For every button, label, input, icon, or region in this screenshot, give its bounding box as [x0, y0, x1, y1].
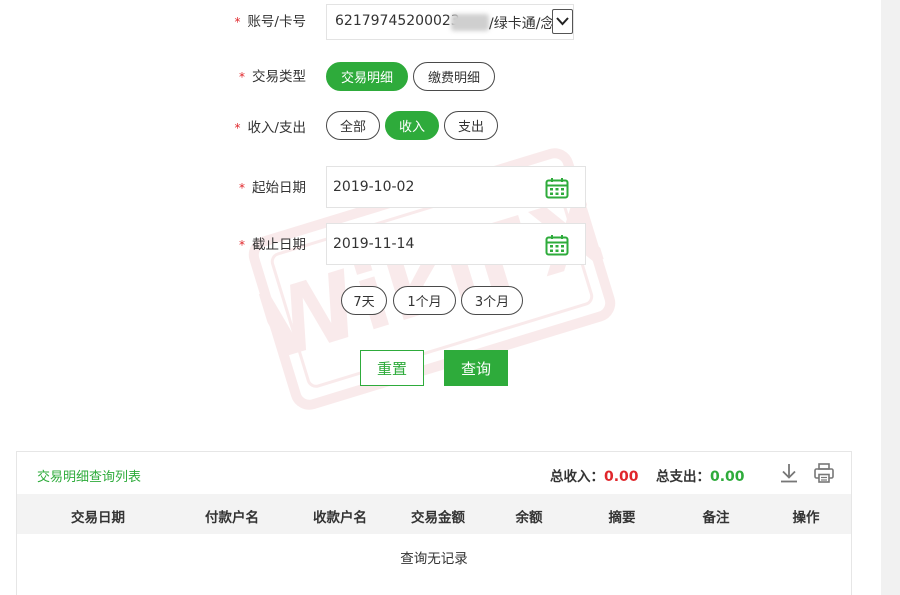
- end-date-value: 2019-11-14: [333, 236, 415, 252]
- trans-type-detail-button[interactable]: 交易明细: [326, 62, 408, 91]
- trans-type-label-row: * 交易类型: [0, 67, 306, 87]
- total-expense-value: 0.00: [710, 469, 745, 485]
- total-income: 总收入：0.00: [550, 465, 639, 485]
- column-header: 交易日期: [71, 510, 125, 526]
- column-header: 交易金额: [411, 510, 465, 526]
- start-date-value: 2019-10-02: [333, 179, 415, 195]
- range-3-months-button[interactable]: 3个月: [461, 286, 523, 315]
- required-mark: *: [239, 181, 245, 195]
- column-header: 操作: [792, 510, 820, 526]
- end-date-input[interactable]: 2019-11-14: [326, 223, 586, 265]
- column-header: 备注: [702, 510, 730, 526]
- calendar-icon[interactable]: [545, 177, 569, 199]
- start-date-label-row: * 起始日期: [0, 178, 306, 198]
- range-7-days-button[interactable]: 7天: [341, 286, 387, 315]
- chevron-down-icon: [556, 17, 569, 26]
- end-date-label-row: * 截止日期: [0, 235, 306, 255]
- total-income-value: 0.00: [604, 469, 639, 485]
- account-label-row: * 账号/卡号: [0, 12, 306, 32]
- result-title: 交易明细查询列表: [37, 470, 142, 485]
- direction-label: 收入/支出: [247, 120, 306, 136]
- total-expense-label: 总支出：: [656, 469, 710, 485]
- scrollbar[interactable]: [881, 0, 900, 595]
- reset-button[interactable]: 重置: [360, 350, 424, 386]
- total-expense: 总支出：0.00: [656, 465, 745, 485]
- direction-all-button[interactable]: 全部: [326, 111, 380, 140]
- column-header: 付款户名: [205, 510, 259, 526]
- required-mark: *: [234, 121, 241, 135]
- account-masked-digits: [451, 14, 489, 31]
- direction-expense-button[interactable]: 支出: [444, 111, 498, 140]
- table-header: 交易日期 付款户名 收款户名 交易金额 余额 摘要 备注 操作: [17, 494, 851, 534]
- column-header: 摘要: [608, 510, 636, 526]
- account-dropdown-button[interactable]: [552, 9, 573, 34]
- start-date-input[interactable]: 2019-10-02: [326, 166, 586, 208]
- account-type: /绿卡通/念: [489, 16, 555, 32]
- required-mark: *: [234, 15, 241, 29]
- required-mark: *: [239, 238, 245, 252]
- empty-state-text: 查询无记录: [400, 551, 468, 567]
- query-button[interactable]: 查询: [444, 350, 508, 386]
- total-income-label: 总收入：: [550, 469, 604, 485]
- direction-label-row: * 收入/支出: [0, 118, 306, 138]
- account-label: 账号/卡号: [247, 14, 306, 30]
- result-panel: 交易明细查询列表 总收入：0.00 总支出：0.00 交易日期 付款户名 收款户…: [16, 451, 852, 595]
- trans-type-label: 交易类型: [252, 69, 306, 85]
- calendar-icon[interactable]: [545, 234, 569, 256]
- end-date-label: 截止日期: [252, 237, 306, 253]
- download-icon[interactable]: [778, 462, 800, 484]
- trans-type-payment-button[interactable]: 缴费明细: [413, 62, 495, 91]
- start-date-label: 起始日期: [252, 180, 306, 196]
- print-icon[interactable]: [813, 462, 835, 484]
- required-mark: *: [239, 70, 245, 84]
- column-header: 收款户名: [313, 510, 367, 526]
- column-header: 余额: [515, 510, 543, 526]
- range-1-month-button[interactable]: 1个月: [393, 286, 456, 315]
- account-number: 62179745200023: [335, 13, 460, 29]
- direction-income-button[interactable]: 收入: [385, 111, 439, 140]
- account-select[interactable]: 62179745200023 /绿卡通/念: [326, 4, 574, 40]
